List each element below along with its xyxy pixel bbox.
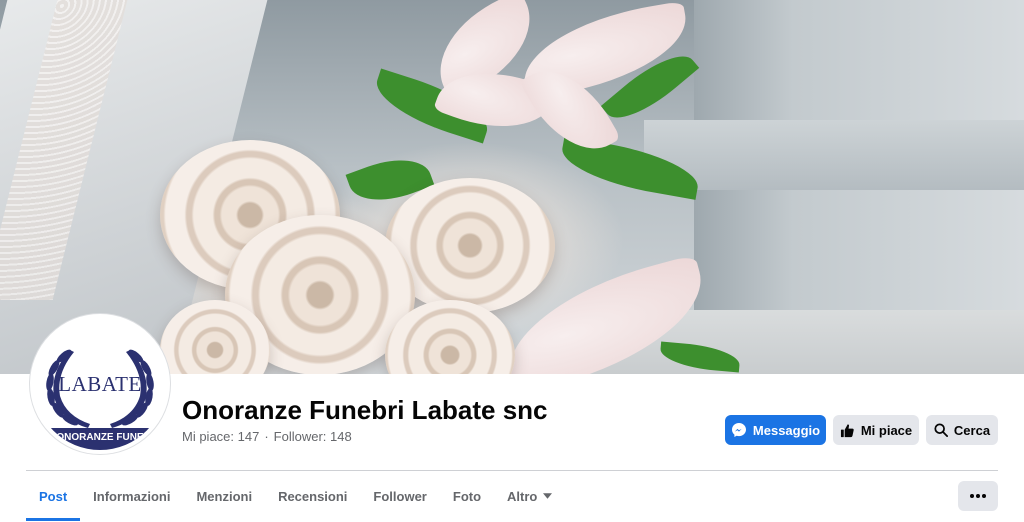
search-button[interactable]: Cerca <box>926 415 998 445</box>
tab-label: Informazioni <box>93 488 171 504</box>
tab-label: Recensioni <box>278 488 348 504</box>
likes-count[interactable]: Mi piace: 147 <box>182 429 259 444</box>
tab-label: Post <box>39 488 68 504</box>
message-button-label: Messaggio <box>752 422 821 438</box>
page-title: Onoranze Funebri Labate snc <box>182 395 548 425</box>
search-icon <box>934 423 948 437</box>
page-tabs: Post Informazioni Menzioni Recensioni Fo… <box>26 471 565 522</box>
tab-post[interactable]: Post <box>26 471 81 521</box>
messenger-icon <box>731 423 746 437</box>
page-stats: Mi piace: 147 · Follower: 148 <box>182 429 352 444</box>
followers-count[interactable]: Follower: 148 <box>274 429 352 444</box>
like-button-label: Mi piace <box>860 422 913 438</box>
stats-separator: · <box>264 429 269 444</box>
like-button[interactable]: Mi piace <box>833 415 919 445</box>
more-options-button[interactable] <box>958 481 998 511</box>
thumbs-up-icon <box>840 423 854 437</box>
tab-informazioni[interactable]: Informazioni <box>80 471 183 521</box>
tab-follower[interactable]: Follower <box>360 471 439 521</box>
tab-label: Follower <box>373 488 427 504</box>
logo-text: LABATE <box>58 372 142 396</box>
caret-down-icon <box>543 493 553 499</box>
profile-avatar[interactable]: LABATE ONORANZE FUNE <box>30 314 170 454</box>
tab-foto[interactable]: Foto <box>440 471 494 521</box>
cover-photo[interactable] <box>0 0 1024 374</box>
tab-label: Altro <box>507 488 538 504</box>
logo-band: ONORANZE FUNE <box>34 428 166 450</box>
message-button[interactable]: Messaggio <box>725 415 826 445</box>
tab-altro[interactable]: Altro <box>494 471 565 521</box>
search-button-label: Cerca <box>953 422 991 438</box>
tab-label: Menzioni <box>196 488 253 504</box>
tab-menzioni[interactable]: Menzioni <box>183 471 265 521</box>
tab-label: Foto <box>452 488 482 504</box>
more-horizontal-icon <box>970 494 986 498</box>
tab-recensioni[interactable]: Recensioni <box>265 471 360 521</box>
cover-pillar-step <box>644 120 1024 190</box>
